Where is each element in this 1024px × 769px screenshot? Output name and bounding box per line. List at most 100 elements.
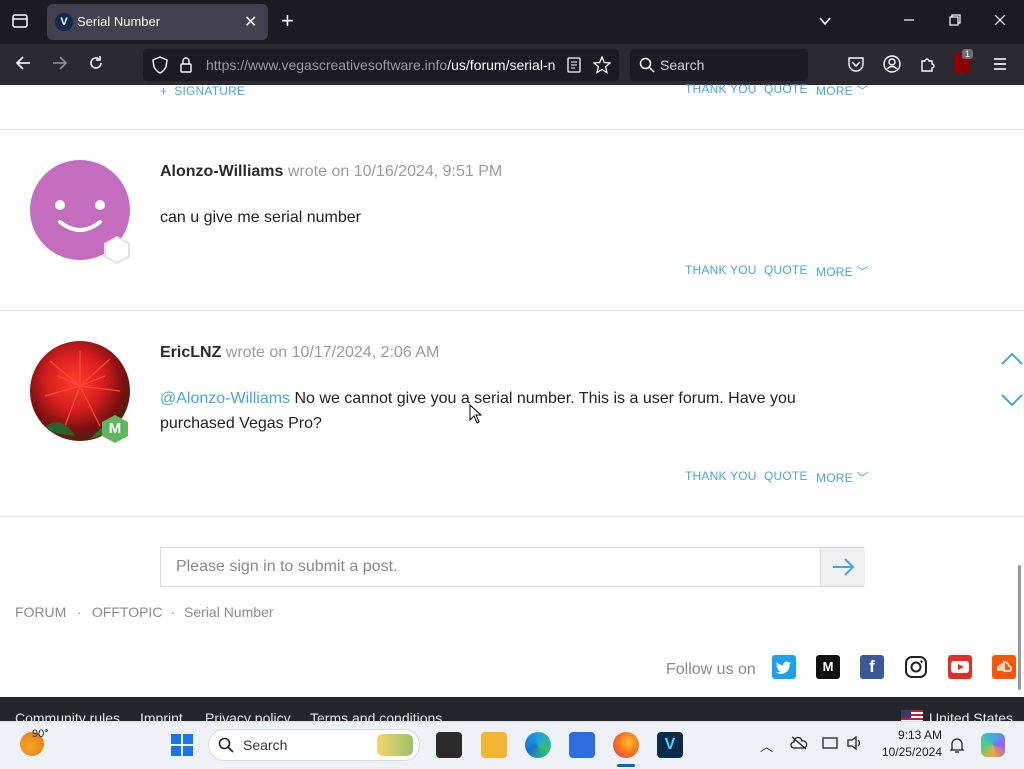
footer-link-privacy[interactable]: Privacy policy (205, 710, 291, 721)
windows-taskbar: 90° Search V ︿ 9:13 AM 10/25/2024 (0, 721, 1024, 769)
search-highlight-icon (377, 734, 413, 756)
breadcrumb-forum[interactable]: FORUM (15, 604, 66, 620)
network-icon[interactable] (822, 735, 840, 756)
footer-link-terms[interactable]: Terms and conditions (310, 710, 442, 721)
bookmark-star-icon[interactable] (592, 55, 612, 79)
soundcloud-icon[interactable] (992, 655, 1016, 679)
us-flag-icon (901, 710, 923, 721)
address-bar[interactable]: https://www.vegascreativesoftware.info/u… (143, 49, 619, 81)
reader-view-icon[interactable] (567, 57, 581, 78)
clock-date[interactable]: 10/25/2024 (872, 745, 942, 759)
back-icon[interactable] (14, 54, 32, 76)
footer-link-community-rules[interactable]: Community rules (15, 710, 120, 721)
post-avatar-alonzo[interactable] (30, 160, 130, 264)
thank-you-button[interactable]: THANK YOU (685, 263, 757, 277)
post-header: EricLNZ wrote on 10/17/2024, 2:06 AM (160, 344, 439, 362)
breadcrumb-offtopic[interactable]: OFFTOPIC (92, 604, 163, 620)
new-tab-icon[interactable]: + (281, 10, 294, 32)
vegas-favicon-icon: V (55, 13, 73, 31)
tab-title: Serial Number (77, 14, 161, 29)
edge-icon[interactable] (525, 732, 551, 758)
reload-icon[interactable] (87, 54, 105, 76)
show-hidden-icons-icon[interactable]: ︿ (760, 736, 773, 755)
clock-time[interactable]: 9:13 AM (872, 728, 942, 742)
quote-button[interactable]: QUOTE (764, 263, 808, 277)
vegas-pro-icon[interactable]: V (657, 732, 683, 758)
site-footer: Community rules Imprint Privacy policy T… (0, 697, 1024, 721)
microsoft-store-icon[interactable] (569, 732, 595, 758)
thank-you-button[interactable]: THANK YOU (685, 82, 757, 96)
reply-input[interactable] (161, 548, 851, 586)
list-all-tabs-icon[interactable] (818, 12, 832, 32)
mouse-cursor-icon (469, 403, 483, 429)
post-divider (0, 516, 1024, 517)
search-placeholder: Search (660, 57, 705, 73)
menu-icon[interactable] (991, 55, 1009, 78)
scroll-up-arrow-icon[interactable] (1000, 350, 1024, 371)
post-body: can u give me serial number (160, 209, 361, 226)
twitter-icon[interactable] (772, 655, 796, 679)
page-scrollbar[interactable] (1018, 565, 1021, 690)
youtube-icon[interactable] (948, 655, 972, 679)
close-window-icon[interactable] (993, 11, 1007, 31)
tab-list-icon[interactable] (11, 12, 29, 34)
user-mention-link[interactable]: @Alonzo-Williams (160, 390, 290, 407)
url-path: /us/forum/serial-n (447, 57, 556, 73)
post-divider (0, 129, 1024, 130)
post-meta: wrote on 10/17/2024, 2:06 AM (225, 344, 440, 361)
task-view-icon[interactable] (436, 732, 462, 758)
pocket-icon[interactable] (847, 55, 865, 78)
plus-icon: + (160, 84, 175, 98)
quote-button[interactable]: QUOTE (764, 82, 808, 96)
minimize-icon[interactable] (902, 11, 916, 31)
chevron-down-icon: ﹀ (856, 84, 869, 98)
firefox-icon[interactable] (613, 732, 639, 758)
post-divider (0, 310, 1024, 311)
search-icon (218, 737, 234, 758)
volume-icon[interactable] (846, 735, 864, 756)
add-signature-link[interactable]: + SIGNATURE (160, 82, 245, 100)
weather-temp: 90° (32, 728, 49, 740)
file-explorer-icon[interactable] (481, 732, 507, 758)
taskbar-search-label: Search (243, 737, 288, 753)
lock-icon[interactable] (179, 56, 193, 79)
more-button[interactable]: MORE ﹀ (816, 263, 869, 280)
onedrive-icon[interactable] (790, 736, 808, 755)
url-text[interactable]: https://www.vegascreativesoftware.info/u… (206, 57, 561, 73)
search-bar[interactable]: Search (630, 49, 808, 81)
navigation-toolbar: https://www.vegascreativesoftware.info/u… (0, 44, 1024, 85)
search-icon (639, 57, 655, 78)
ublock-icon[interactable]: 1 (954, 49, 974, 73)
active-app-indicator (617, 764, 635, 767)
footer-link-imprint[interactable]: Imprint (140, 710, 183, 721)
copilot-icon[interactable] (981, 733, 1005, 757)
account-icon[interactable] (883, 55, 901, 78)
medium-icon[interactable]: M (816, 655, 840, 679)
submit-post-button[interactable] (820, 548, 865, 586)
post-avatar-ericlnz[interactable]: M (30, 341, 130, 443)
post-author[interactable]: EricLNZ (160, 344, 221, 361)
forward-icon[interactable] (51, 54, 69, 76)
tracking-shield-icon[interactable] (152, 56, 168, 79)
facebook-icon[interactable]: f (860, 655, 884, 679)
tab-close-icon[interactable]: ✕ (244, 12, 257, 32)
post-author[interactable]: Alonzo-Williams (160, 163, 283, 180)
more-button[interactable]: MORE ﹀ (816, 82, 869, 99)
browser-tab-active[interactable]: V Serial Number ✕ (47, 4, 268, 40)
thank-you-button[interactable]: THANK YOU (685, 469, 757, 483)
post-meta: wrote on 10/16/2024, 9:51 PM (287, 163, 503, 180)
restore-icon[interactable] (948, 11, 962, 31)
notifications-bell-icon[interactable] (949, 736, 965, 759)
chevron-down-icon: ﹀ (856, 265, 869, 279)
more-button[interactable]: MORE ﹀ (816, 469, 869, 486)
arrow-right-icon (833, 558, 855, 576)
instagram-icon[interactable] (904, 655, 928, 679)
extensions-icon[interactable] (919, 55, 937, 78)
windows-start-icon[interactable] (170, 733, 194, 762)
extension-badge: 1 (962, 49, 974, 59)
post-header: Alonzo-Williams wrote on 10/16/2024, 9:5… (160, 163, 502, 181)
taskbar-search[interactable]: Search (208, 729, 420, 761)
country-selector[interactable]: United States (929, 710, 1013, 721)
scroll-down-arrow-icon[interactable] (1000, 393, 1024, 414)
quote-button[interactable]: QUOTE (764, 469, 808, 483)
